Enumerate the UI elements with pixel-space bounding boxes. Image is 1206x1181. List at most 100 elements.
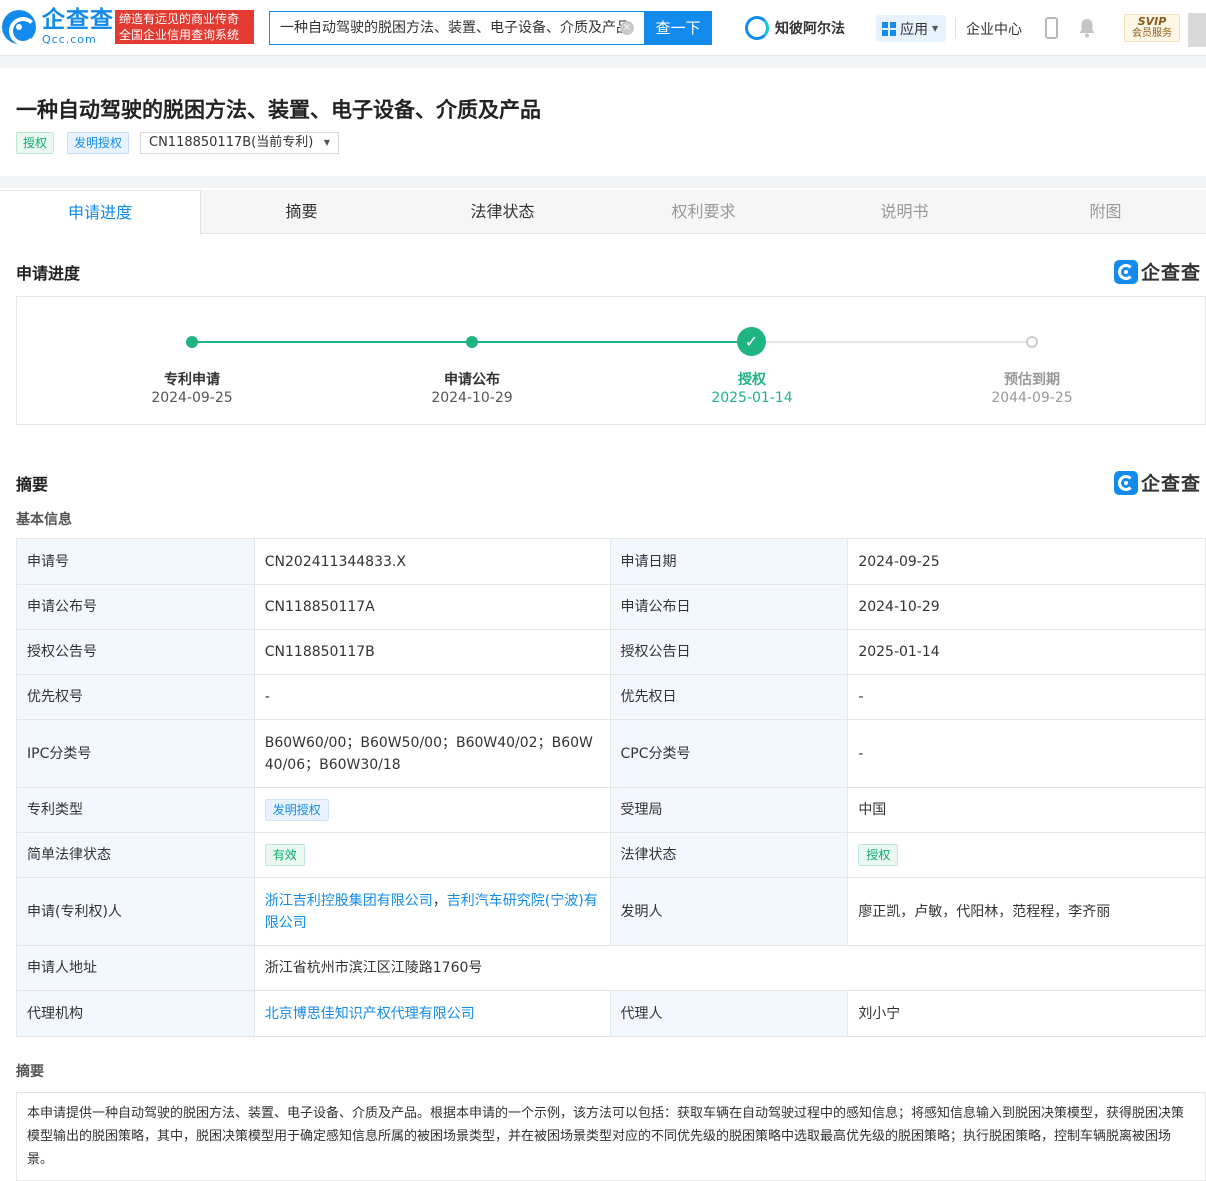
- field-label: 专利类型: [16, 787, 255, 833]
- field-label: 申请公布号: [16, 584, 255, 630]
- field-label: 优先权号: [16, 674, 255, 720]
- tab-abstract[interactable]: 摘要: [201, 190, 402, 234]
- qcc-logo-icon: [1114, 470, 1138, 495]
- inventors-value: 廖正凯，卢敏，代阳林，范程程，李齐丽: [847, 877, 1206, 946]
- legal-status-badge: 授权: [858, 844, 899, 866]
- logo-text-en: Qcc.com: [42, 33, 97, 46]
- table-row: 授权公告号 CN118850117B 授权公告日 2025-01-14: [16, 629, 1206, 675]
- step-label: 授权: [738, 372, 766, 388]
- bell-icon[interactable]: [1078, 18, 1096, 38]
- field-label: IPC分类号: [16, 719, 255, 788]
- field-label: 简单法律状态: [16, 832, 255, 878]
- field-label: 授权公告日: [609, 629, 849, 675]
- zhibi-alpha-link[interactable]: 知彼阿尔法: [745, 14, 845, 42]
- step-label: 专利申请: [164, 372, 220, 388]
- applicant-link[interactable]: 浙江吉利控股集团有限公司: [265, 893, 433, 909]
- slogan-banner[interactable]: 缔造有远见的商业传奇 全国企业信用查询系统: [115, 10, 254, 44]
- brand-text: 企查查: [1141, 473, 1202, 495]
- apps-menu-button[interactable]: 应用 ▼: [876, 15, 946, 42]
- step-pending-icon: [1026, 336, 1038, 348]
- svip-button[interactable]: SVIP 会员服务: [1124, 14, 1180, 42]
- svip-label: SVIP: [1137, 15, 1167, 28]
- tab-description[interactable]: 说明书: [804, 190, 1005, 234]
- field-label: 申请公布日: [609, 584, 849, 630]
- table-row: IPC分类号 B60W60/00；B60W50/00；B60W40/02；B60…: [16, 719, 1206, 788]
- mobile-phone-icon[interactable]: [1045, 17, 1058, 39]
- progress-timeline: ✓ 专利申请 2024-09-25 申请公布 2024-10-29 授权 202…: [16, 296, 1206, 425]
- enterprise-center-link[interactable]: 企业中心: [966, 19, 1022, 39]
- table-row: 申请(专利权)人 浙江吉利控股集团有限公司，吉利汽车研究院(宁波)有限公司 发明…: [16, 877, 1206, 946]
- field-label: 申请(专利权)人: [16, 877, 255, 946]
- step-date: 2024-09-25: [151, 390, 233, 406]
- avatar[interactable]: [1188, 13, 1206, 47]
- field-value: -: [847, 719, 1206, 788]
- basic-info-table: 申请号 CN202411344833.X 申请日期 2024-09-25 申请公…: [16, 538, 1206, 1037]
- basic-info-title: 基本信息: [16, 512, 72, 528]
- step-dot-icon: [466, 336, 478, 348]
- apps-grid-icon: [882, 21, 896, 36]
- table-row: 申请号 CN202411344833.X 申请日期 2024-09-25: [16, 538, 1206, 585]
- tab-claims[interactable]: 权利要求: [603, 190, 804, 234]
- qcc-logo-icon: [1114, 259, 1138, 284]
- field-value: 刘小宁: [847, 990, 1206, 1037]
- field-label: CPC分类号: [609, 719, 849, 788]
- field-label: 申请人地址: [16, 945, 255, 991]
- field-value: 中国: [847, 787, 1206, 833]
- table-row: 申请人地址 浙江省杭州市滨江区江陵路1760号: [16, 945, 1206, 991]
- field-label: 代理人: [609, 990, 849, 1037]
- table-row: 优先权号 - 优先权日 -: [16, 674, 1206, 720]
- patent-version-select[interactable]: CN118850117B(当前专利) ▼: [140, 132, 339, 154]
- divider: [955, 18, 956, 38]
- progress-section-title: 申请进度: [16, 264, 81, 283]
- slogan-line-1: 缔造有远见的商业传奇: [119, 12, 240, 26]
- field-value: B60W60/00；B60W50/00；B60W40/02；B60W40/06；…: [253, 719, 611, 788]
- status-badge: 授权: [16, 132, 55, 154]
- logo-text-cn: 企查查: [42, 7, 114, 33]
- step-date: 2025-01-14: [711, 390, 793, 406]
- brand-watermark: 企查查: [1114, 469, 1201, 496]
- field-label: 授权公告号: [16, 629, 255, 675]
- step-label: 预估到期: [1004, 372, 1060, 388]
- top-bar: 企查查 Qcc.com 缔造有远见的商业传奇 全国企业信用查询系统 一种自动驾驶…: [0, 0, 1206, 56]
- field-value: CN118850117B: [253, 629, 611, 675]
- site-logo[interactable]: 企查查 Qcc.com: [2, 9, 114, 45]
- tab-drawings[interactable]: 附图: [1005, 190, 1206, 234]
- progress-line-pending: [752, 341, 1032, 343]
- field-value: 浙江省杭州市滨江区江陵路1760号: [253, 945, 1206, 991]
- zhibi-label: 知彼阿尔法: [775, 21, 845, 37]
- brand-text: 企查查: [1141, 262, 1202, 284]
- table-row: 申请公布号 CN118850117A 申请公布日 2024-10-29: [16, 584, 1206, 630]
- slogan-line-2: 全国企业信用查询系统: [119, 28, 240, 42]
- brand-watermark: 企查查: [1114, 258, 1201, 285]
- search-input[interactable]: 一种自动驾驶的脱困方法、装置、电子设备、介质及产品: [269, 11, 645, 45]
- check-icon: ✓: [737, 327, 766, 356]
- summary-section-title: 摘要: [16, 475, 49, 494]
- tab-legal-status[interactable]: 法律状态: [402, 190, 603, 234]
- search-button[interactable]: 查一下: [644, 11, 712, 45]
- patent-version-value: CN118850117B(当前专利): [149, 135, 314, 150]
- field-label: 代理机构: [16, 990, 255, 1037]
- valid-status-badge: 有效: [264, 844, 305, 866]
- field-label: 优先权日: [609, 674, 849, 720]
- field-value: 2024-09-25: [847, 538, 1206, 585]
- chevron-down-icon: ▼: [323, 138, 330, 147]
- field-label: 受理局: [609, 787, 849, 833]
- agency-link[interactable]: 北京博思佳知识产权代理有限公司: [265, 1006, 475, 1022]
- table-row: 专利类型 发明授权 受理局 中国: [16, 787, 1206, 833]
- step-date: 2044-09-25: [991, 390, 1073, 406]
- step-label: 申请公布: [444, 372, 500, 388]
- field-label: 申请日期: [609, 538, 849, 585]
- field-label: 申请号: [16, 538, 255, 585]
- table-row: 简单法律状态 有效 法律状态 授权: [16, 832, 1206, 878]
- tab-progress[interactable]: 申请进度: [0, 190, 202, 235]
- step-dot-icon: [186, 336, 198, 348]
- patent-header: 一种自动驾驶的脱困方法、装置、电子设备、介质及产品 授权 发明授权 CN1188…: [0, 68, 1206, 176]
- clear-icon[interactable]: ×: [620, 21, 634, 35]
- patent-type-badge: 发明授权: [67, 132, 130, 154]
- field-label: 发明人: [609, 877, 849, 946]
- patent-type-badge: 发明授权: [264, 799, 329, 821]
- field-value: CN118850117A: [253, 584, 611, 630]
- page-title: 一种自动驾驶的脱困方法、装置、电子设备、介质及产品: [16, 98, 541, 122]
- field-value: CN202411344833.X: [253, 538, 611, 585]
- apps-label: 应用: [900, 21, 928, 38]
